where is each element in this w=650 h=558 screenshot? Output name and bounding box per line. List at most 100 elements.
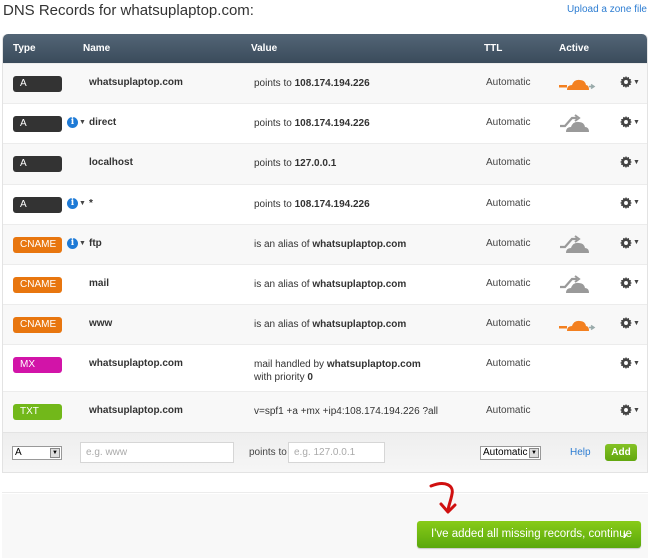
record-value[interactable]: points to 108.174.194.226 [254,77,370,90]
record-type-badge[interactable]: A [13,76,62,92]
cloud-active-icon[interactable] [558,314,596,336]
ttl-value: Automatic [483,446,528,458]
record-type-badge[interactable]: A [13,156,62,173]
value-prefix: points to [254,118,295,130]
value-bold: 108.174.194.226 [294,78,370,89]
record-name[interactable]: www [89,318,112,329]
value-bold: 108.174.194.226 [294,118,370,130]
caret-down-icon: ▼ [633,279,640,287]
value-bold: whatsuplaptop.com [312,319,407,331]
record-settings-button[interactable]: ▼ [620,196,640,209]
record-value[interactable]: v=spf1 +a +mx +ip4:108.174.194.226 ?all [254,405,438,418]
cloud-bypass-icon[interactable] [558,234,596,256]
table-row: Ai ▼ * points to 108.174.194.226 Automatic ▼ [3,183,647,224]
caret-down-icon: ▼ [633,199,640,207]
record-value[interactable]: points to 108.174.194.226 [254,198,370,211]
table-body: Awhatsuplaptop.com points to 108.174.194.… [3,63,647,432]
gear-icon [620,317,632,330]
record-value[interactable]: is an alias of whatsuplaptop.com [254,318,406,331]
record-settings-button[interactable]: ▼ [620,236,640,249]
record-settings-button[interactable]: ▼ [620,116,640,129]
value-prefix: points to [254,198,295,210]
record-ttl[interactable]: Automatic [486,358,530,369]
record-ttl[interactable]: Automatic [486,238,530,249]
record-settings-button[interactable]: ▼ [620,357,640,370]
record-name[interactable]: whatsuplaptop.com [89,405,183,416]
cloud-active-icon[interactable] [558,73,596,95]
record-name[interactable]: whatsuplaptop.com [89,358,183,369]
record-name-input[interactable] [80,441,234,463]
column-header-name: Name [83,43,111,54]
info-dropdown[interactable]: i ▼ [67,117,86,129]
add-record-button[interactable]: Add [605,443,637,461]
record-value[interactable]: mail handled by whatsuplaptop.com with pr… [254,358,421,384]
record-settings-button[interactable]: ▼ [620,276,640,289]
red-arrow-icon [429,482,457,514]
value-line2-prefix: with priority [254,372,308,384]
chevron-right-icon: › [622,527,627,542]
help-link[interactable]: Help [570,447,591,458]
chevron-down-icon[interactable]: ▼ [529,447,539,458]
value-prefix: v=spf1 +a +mx +ip4:108.174.194.226 ?all [254,406,439,418]
record-name[interactable]: * [89,198,93,209]
record-type-select[interactable]: A ▼ [12,445,62,460]
record-type-badge[interactable]: CNAME [13,317,62,334]
record-name[interactable]: ftp [89,238,102,249]
record-ttl[interactable]: Automatic [486,318,530,329]
record-value[interactable]: points to 127.0.0.1 [254,157,336,170]
column-header-ttl: TTL [484,43,503,54]
record-type-badge[interactable]: CNAME [13,236,62,253]
table-row: CNAME mail is an alias of whatsuplaptop.co… [3,263,647,304]
add-record-row: A ▼ points to Automatic ▼ Help Add [3,431,647,472]
record-name[interactable]: localhost [89,157,133,168]
value-prefix: mail handled by [254,359,327,371]
cloud-bypass-icon[interactable] [558,274,596,296]
table-row: Ai ▼ direct points to 108.174.194.226 Automa… [3,103,647,143]
record-value[interactable]: is an alias of whatsuplaptop.com [254,278,406,291]
record-ttl[interactable]: Automatic [486,198,530,209]
record-ttl[interactable]: Automatic [486,278,530,289]
record-settings-button[interactable]: ▼ [620,156,640,169]
record-ttl[interactable]: Automatic [486,405,530,416]
record-type-badge[interactable]: TXT [13,404,62,421]
record-value[interactable]: is an alias of whatsuplaptop.com [254,238,406,251]
continue-button[interactable]: I've added all missing records, continue… [417,521,641,548]
value-prefix: is an alias of [254,278,313,290]
record-ttl[interactable]: Automatic [486,77,530,88]
upload-zone-file-link[interactable]: Upload a zone file [567,4,647,15]
record-settings-button[interactable]: ▼ [620,317,640,330]
record-name[interactable]: mail [89,278,109,289]
page-title: DNS Records for whatsuplaptop.com: [3,2,254,19]
gear-icon [620,76,632,88]
info-dropdown[interactable]: i ▼ [67,237,86,249]
value-bold: 108.174.194.226 [294,198,370,210]
caret-down-icon: ▼ [79,199,86,207]
gear-icon [620,236,632,249]
record-value[interactable]: points to 108.174.194.226 [254,117,370,130]
record-settings-button[interactable]: ▼ [620,76,640,88]
spacer [2,472,648,493]
table-row: TXT whatsuplaptop.com v=spf1 +a +mx +ip4:1… [3,391,647,432]
column-header-type: Type [13,43,36,54]
record-settings-button[interactable]: ▼ [620,404,640,417]
value-bold: 127.0.0.1 [294,158,337,170]
record-name[interactable]: whatsuplaptop.com [89,77,183,88]
value-bold: whatsuplaptop.com [312,238,407,250]
record-ttl[interactable]: Automatic [486,117,530,128]
record-type-badge[interactable]: MX [13,357,62,374]
record-type-value: A [15,446,22,458]
record-type-badge[interactable]: A [13,196,62,213]
record-value-input[interactable] [288,441,385,463]
value-prefix: is an alias of [254,319,313,331]
points-to-label: points to [249,446,287,458]
record-name[interactable]: direct [89,117,116,128]
record-type-badge[interactable]: A [13,116,62,133]
cloud-bypass-icon[interactable] [558,113,596,135]
caret-down-icon: ▼ [633,78,640,86]
chevron-down-icon[interactable]: ▼ [50,447,60,458]
record-ttl[interactable]: Automatic [486,157,530,168]
info-dropdown[interactable]: i ▼ [67,197,86,209]
table-header: Type Name Value TTL Active [3,34,647,63]
record-type-badge[interactable]: CNAME [13,276,62,293]
ttl-select[interactable]: Automatic ▼ [480,445,541,460]
